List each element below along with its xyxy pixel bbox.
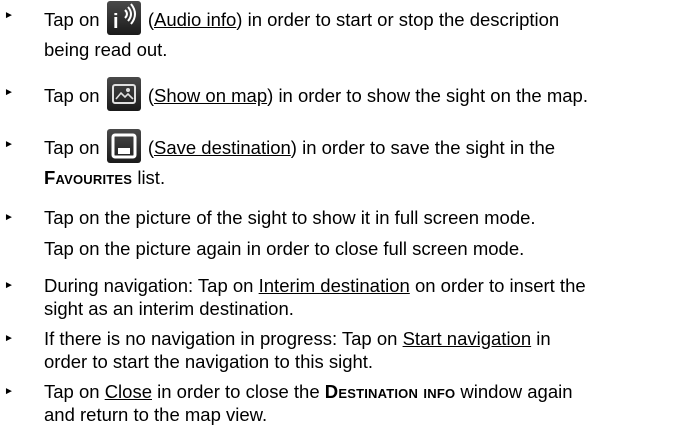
close-link[interactable]: Close (105, 381, 152, 402)
favourites-label: Favourites (44, 167, 133, 188)
item-text: list. (137, 167, 166, 188)
bullet: ► (4, 139, 14, 150)
list-item: Tap on (Show on map) in order to show th… (44, 77, 678, 114)
item-text: Tap on the picture again in order to clo… (44, 238, 525, 259)
audio-info-icon[interactable]: i (106, 1, 141, 35)
item-text: and return to the map view. (44, 404, 268, 425)
item-text: window again (460, 381, 573, 402)
item-text: Tap on (44, 136, 100, 158)
item-text: If there is no navigation in progress: T… (44, 328, 398, 349)
bullet: ► (4, 386, 14, 397)
bullet: ► (4, 87, 14, 98)
interim-destination-link[interactable]: Interim destination (259, 275, 410, 296)
list-item-continuation: Tap on the picture again in order to clo… (44, 237, 678, 260)
list-item: Tap on Close in order to close the Desti… (44, 380, 678, 426)
list-item: Tap on (Save destination) in order to sa… (44, 129, 678, 189)
item-text: on order to insert the (414, 275, 586, 296)
item-text: Tap on (44, 381, 100, 402)
bullet: ► (4, 280, 14, 291)
item-text: in order to close the (157, 381, 320, 402)
list-item: During navigation: Tap on Interim destin… (44, 274, 678, 320)
show-on-map-link[interactable]: Show on map (154, 85, 267, 106)
item-text: being read out. (44, 39, 168, 60)
bullet: ► (4, 10, 14, 21)
item-text: Tap on (44, 84, 100, 106)
item-text: in order to save the sight in the (302, 136, 556, 158)
bullet: ► (4, 212, 14, 223)
svg-text:i: i (113, 11, 119, 33)
item-text: in order to show the sight on the map. (278, 84, 588, 106)
item-text: sight as an interim destination. (44, 298, 294, 319)
show-on-map-icon[interactable] (106, 77, 141, 111)
item-text: During navigation: Tap on (44, 275, 254, 296)
list-item: If there is no navigation in progress: T… (44, 327, 678, 373)
item-text: Tap on (44, 8, 100, 30)
save-destination-icon[interactable] (106, 129, 141, 163)
list-item: Tap on the picture of the sight to show … (44, 206, 678, 229)
start-navigation-link[interactable]: Start navigation (403, 328, 532, 349)
list-item: Tap on i (Audio info) in order to start … (44, 1, 678, 61)
audio-info-link[interactable]: Audio info (154, 9, 236, 30)
item-text: in order to start or stop the descriptio… (247, 8, 560, 30)
destination-info-label: Destination info (324, 381, 456, 402)
item-text: order to start the navigation to this si… (44, 351, 374, 372)
save-destination-link[interactable]: Save destination (154, 137, 291, 158)
item-text: Tap on the picture of the sight to show … (44, 207, 536, 228)
item-text: in (536, 328, 551, 349)
bullet: ► (4, 333, 14, 344)
